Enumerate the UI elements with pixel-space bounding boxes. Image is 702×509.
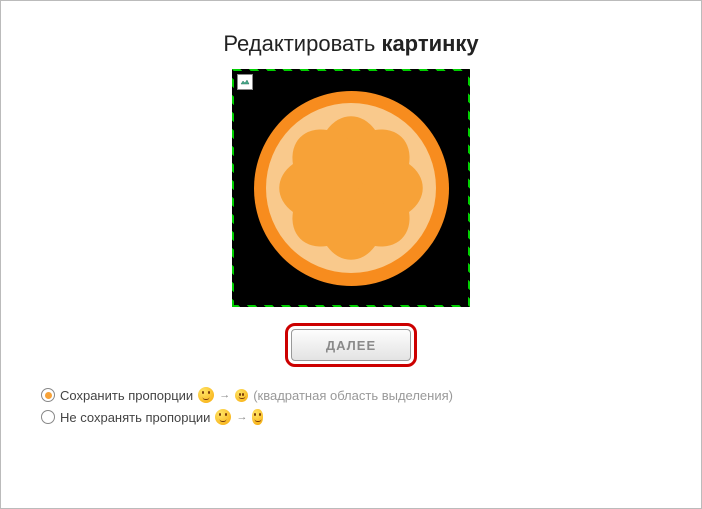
- smiley-round-icon: [215, 409, 231, 425]
- broken-image-icon: [237, 74, 253, 90]
- label-no-keep-proportions: Не сохранять пропорции: [60, 410, 210, 425]
- smiley-small-round-icon: [235, 389, 248, 402]
- title-part2: картинку: [381, 31, 478, 56]
- title-part1: Редактировать: [223, 31, 375, 56]
- option-no-keep-proportions-row: Не сохранять пропорции →: [41, 409, 661, 425]
- page-title: Редактировать картинку: [41, 31, 661, 57]
- radio-no-keep-proportions[interactable]: [41, 410, 55, 424]
- option-keep-proportions-row: Сохранить пропорции → (квадратная област…: [41, 387, 661, 403]
- next-button-highlight: ДАЛЕЕ: [285, 323, 417, 367]
- radio-keep-proportions[interactable]: [41, 388, 55, 402]
- image-crop-area[interactable]: [232, 69, 470, 307]
- arrow-icon: →: [236, 411, 247, 423]
- preview-image: [254, 91, 449, 286]
- label-keep-proportions: Сохранить пропорции: [60, 388, 193, 403]
- smiley-round-icon: [198, 387, 214, 403]
- proportion-options: Сохранить пропорции → (квадратная област…: [41, 387, 661, 425]
- smiley-tall-icon: [252, 409, 263, 425]
- arrow-icon: →: [219, 389, 230, 401]
- next-button[interactable]: ДАЛЕЕ: [291, 329, 411, 361]
- hint-text: (квадратная область выделения): [253, 388, 453, 403]
